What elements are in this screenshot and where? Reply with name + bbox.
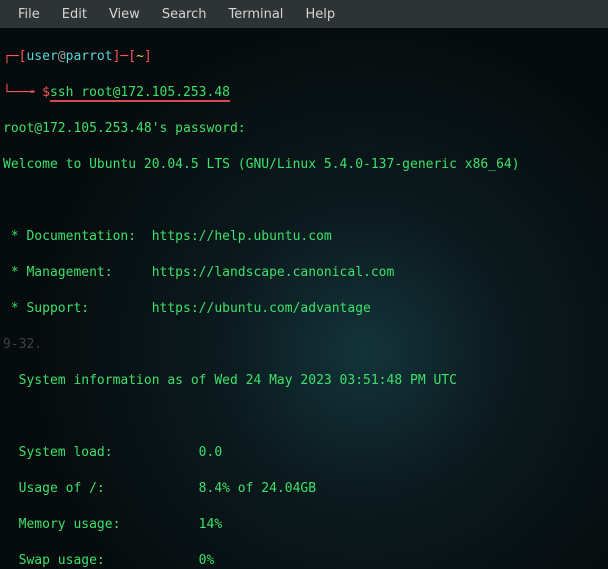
docs-link: * Documentation: https://help.ubuntu.com (3, 228, 605, 246)
bracket-open: ┌─[ (3, 49, 26, 64)
prompt-at: @ (58, 49, 66, 64)
mgmt-link: * Management: https://landscape.canonica… (3, 264, 605, 282)
prompt-path: ~ (136, 49, 144, 64)
terminal-viewport[interactable]: ┌─[user@parrot]─[~] └──╼ $ssh root@172.1… (0, 28, 608, 569)
prompt-user: user (26, 49, 57, 64)
menu-file[interactable]: File (8, 3, 50, 26)
menubar: File Edit View Search Terminal Help (0, 0, 608, 28)
prompt-line-1: ┌─[user@parrot]─[~] (3, 48, 605, 66)
support-link: * Support: https://ubuntu.com/advantage (3, 300, 605, 318)
blank (3, 192, 605, 210)
menu-help[interactable]: Help (295, 3, 345, 26)
menu-view[interactable]: View (99, 3, 150, 26)
bracket-mid: ]─[ (113, 49, 136, 64)
prompt-dollar: $ (42, 85, 50, 100)
welcome-banner: Welcome to Ubuntu 20.04.5 LTS (GNU/Linux… (3, 156, 605, 174)
prompt-host: parrot (66, 49, 113, 64)
sysinfo-header: System information as of Wed 24 May 2023… (3, 372, 605, 390)
prompt-line-2: └──╼ $ssh root@172.105.253.48 (3, 84, 605, 102)
blank (3, 408, 605, 426)
swap-usage: Swap usage: 0% (3, 552, 605, 569)
menu-terminal[interactable]: Terminal (218, 3, 293, 26)
menu-edit[interactable]: Edit (52, 3, 97, 26)
disk-usage: Usage of /: 8.4% of 24.04GB (3, 480, 605, 498)
menu-search[interactable]: Search (152, 3, 217, 26)
prompt-arrow: └──╼ (3, 85, 42, 100)
memory-usage: Memory usage: 14% (3, 516, 605, 534)
faint-text: 9-32. (3, 336, 605, 354)
sys-load: System load: 0.0 (3, 444, 605, 462)
password-prompt: root@172.105.253.48's password: (3, 120, 605, 138)
bracket-end: ] (144, 49, 152, 64)
ssh-command: ssh root@172.105.253.48 (50, 86, 230, 102)
